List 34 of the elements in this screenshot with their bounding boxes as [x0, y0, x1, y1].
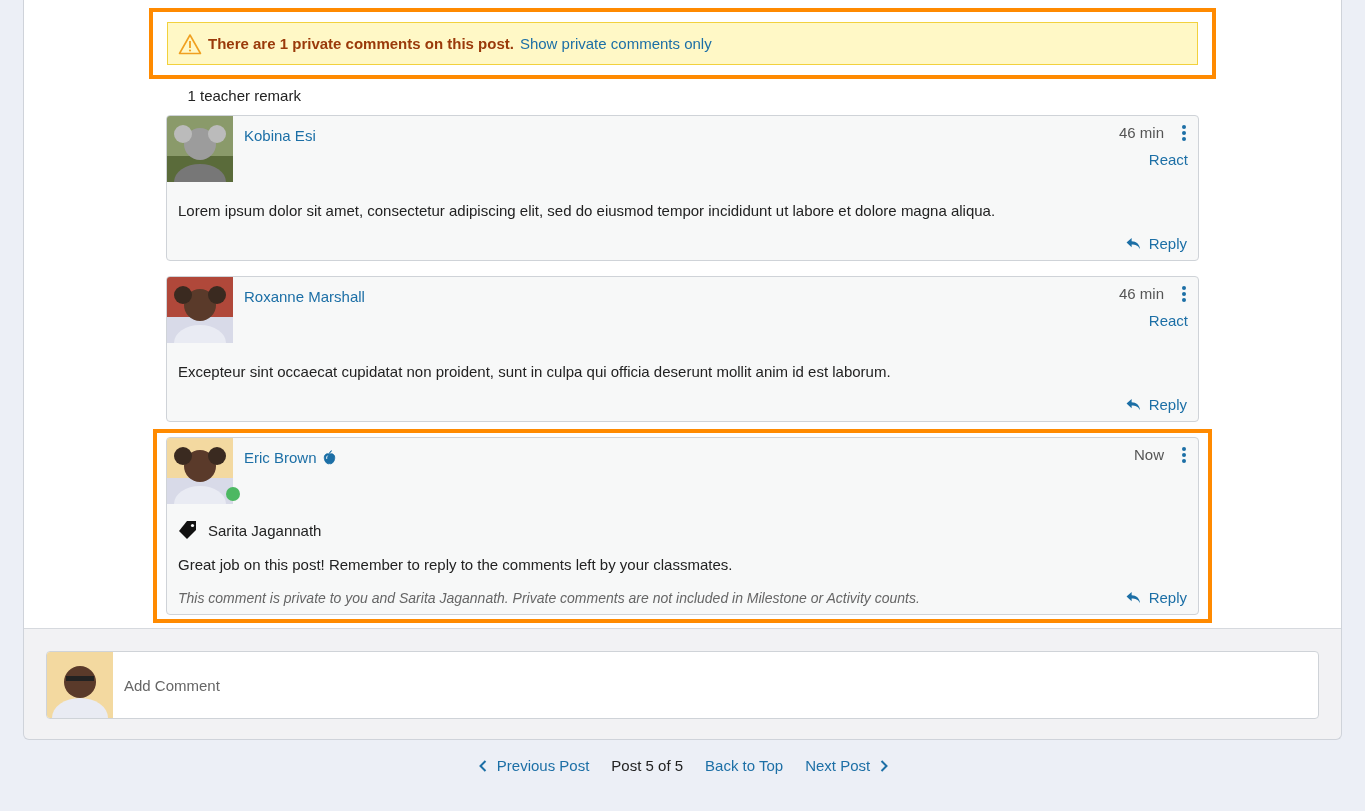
teacher-remark-count: 1 teacher remark [187, 87, 302, 104]
back-to-top-link[interactable]: Back to Top [705, 757, 784, 774]
react-link[interactable]: React [1148, 151, 1188, 168]
author-link[interactable]: Roxanne Marshall [244, 288, 365, 305]
reply-link[interactable]: Reply [1125, 396, 1187, 413]
more-options-button[interactable] [1180, 446, 1188, 463]
reply-link[interactable]: Reply [1125, 589, 1187, 606]
comment-text: Excepteur sint occaecat cupidatat non proident, sunt in culpa qui officia deserunt mollit anim id est laborum. [177, 362, 892, 380]
post-position: Post 5 of 5 [611, 757, 684, 774]
comment-time: 46 min [1118, 124, 1164, 141]
show-private-link[interactable]: Show private comments only [519, 35, 712, 52]
chevron-right-icon [880, 759, 889, 772]
previous-post-link[interactable]: Previous Post [478, 757, 590, 774]
comment-text: Great job on this post! Remember to reply to the comments left by your classmates. [177, 555, 734, 573]
author-link[interactable]: Eric Brown [244, 449, 317, 466]
tagged-student: Sarita Jagannath [208, 521, 322, 539]
next-post-link[interactable]: Next Post [805, 757, 889, 774]
reply-arrow-icon [1125, 237, 1141, 250]
comment-time: Now [1134, 446, 1164, 463]
author-link[interactable]: Kobina Esi [244, 127, 316, 144]
alert-message: There are 1 private comments on this post. [208, 35, 514, 52]
tag-icon [178, 520, 198, 540]
more-options-button[interactable] [1180, 285, 1188, 302]
reply-arrow-icon [1125, 591, 1141, 604]
comment-time: 46 min [1118, 285, 1164, 302]
react-link[interactable]: React [1148, 312, 1188, 329]
more-options-button[interactable] [1180, 124, 1188, 141]
add-comment-field[interactable]: Add Comment [113, 676, 1318, 694]
private-note: This comment is private to you and Sarita Jagannath. Private comments are not included in Milestone or Activity counts. [178, 589, 920, 606]
reply-link[interactable]: Reply [1125, 235, 1187, 252]
warning-icon [178, 32, 202, 55]
reply-arrow-icon [1125, 398, 1141, 411]
comment-text: Lorem ipsum dolor sit amet, consectetur adipiscing elit, sed do eiusmod tempor incididunt ut labore et dolore magna aliqua. [177, 201, 997, 219]
chevron-left-icon [478, 759, 487, 772]
